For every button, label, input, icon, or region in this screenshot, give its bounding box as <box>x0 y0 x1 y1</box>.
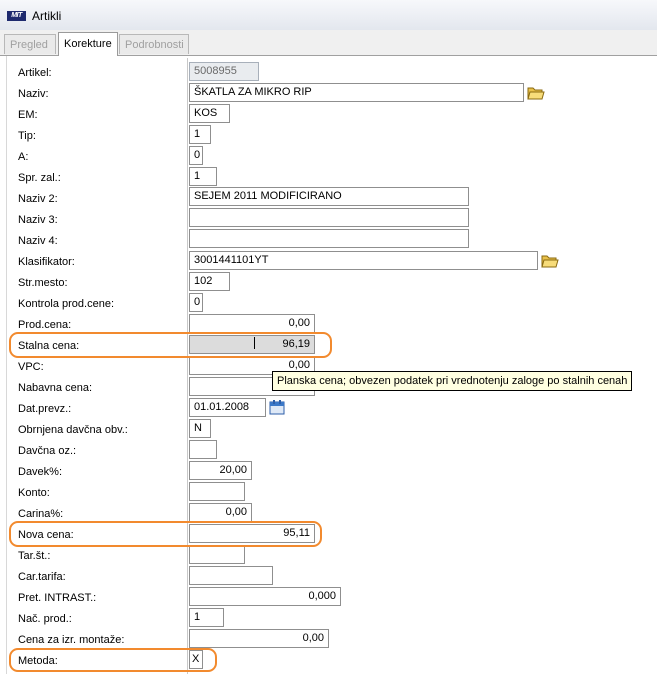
em-field[interactable]: KOS <box>189 104 230 123</box>
tab-bar: Pregled Korekture Podrobnosti <box>0 30 657 56</box>
tab-korekture[interactable]: Korekture <box>58 32 118 56</box>
dat-prevz-field[interactable]: 01.01.2008 <box>189 398 266 417</box>
car-tarifa-field[interactable] <box>189 566 273 585</box>
cena-montaze-field[interactable]: 0,00 <box>189 629 329 648</box>
label-naziv: Naziv: <box>18 88 49 100</box>
label-artikel: Artikel: <box>18 67 52 79</box>
folder-icon[interactable] <box>541 252 559 269</box>
label-naziv-2: Naziv 2: <box>18 193 58 205</box>
highlight-stalna-cena <box>9 332 332 358</box>
form-panel <box>6 56 657 674</box>
tab-podrobnosti[interactable]: Podrobnosti <box>119 34 189 54</box>
spr-zal-field[interactable]: 1 <box>189 167 217 186</box>
label-nabavna-cena: Nabavna cena: <box>18 382 92 394</box>
artikel-field[interactable]: 5008955 <box>189 62 259 81</box>
davcna-oz-field[interactable] <box>189 440 217 459</box>
label-a: A: <box>18 151 29 163</box>
highlight-nova-cena <box>9 521 322 547</box>
highlight-metoda <box>9 648 217 672</box>
window-title: Artikli <box>32 9 62 23</box>
label-vpc: VPC: <box>18 361 44 373</box>
konto-field[interactable] <box>189 482 245 501</box>
label-prod-cena: Prod.cena: <box>18 319 72 331</box>
label-kontrola-prod-cene: Kontrola prod.cene: <box>18 298 115 310</box>
naziv-4-field[interactable] <box>189 229 469 248</box>
a-field[interactable]: 0 <box>189 146 203 165</box>
folder-icon[interactable] <box>527 84 545 101</box>
naziv-2-field[interactable]: SEJEM 2011 MODIFICIRANO <box>189 187 469 206</box>
naziv-field[interactable]: ŠKATLA ZA MIKRO RIP <box>189 83 524 102</box>
kontrola-prod-cene-field[interactable]: 0 <box>189 293 203 312</box>
title-bar: MIT Artikli <box>0 0 657 31</box>
label-str-mesto: Str.mesto: <box>18 277 68 289</box>
klasifikator-field[interactable]: 3001441101YT <box>189 251 538 270</box>
label-obrnjena-davcna: Obrnjena davčna obv.: <box>18 424 128 436</box>
label-tip: Tip: <box>18 130 36 142</box>
pret-intrast-field[interactable]: 0,000 <box>189 587 341 606</box>
label-naziv-4: Naziv 4: <box>18 235 58 247</box>
nac-prod-field[interactable]: 1 <box>189 608 224 627</box>
label-tar-st: Tar.št.: <box>18 550 51 562</box>
label-dat-prevz: Dat.prevz.: <box>18 403 72 415</box>
label-klasifikator: Klasifikator: <box>18 256 75 268</box>
label-carina: Carina%: <box>18 508 64 520</box>
tooltip: Planska cena; obvezen podatek pri vredno… <box>272 371 633 391</box>
prod-cena-field[interactable]: 0,00 <box>189 314 315 333</box>
label-nac-prod: Nač. prod.: <box>18 613 72 625</box>
str-mesto-field[interactable]: 102 <box>189 272 230 291</box>
label-em: EM: <box>18 109 38 121</box>
label-spr-zal: Spr. zal.: <box>18 172 61 184</box>
column-divider <box>187 58 188 674</box>
carina-field[interactable]: 0,00 <box>189 503 252 522</box>
naziv-3-field[interactable] <box>189 208 469 227</box>
tip-field[interactable]: 1 <box>189 125 211 144</box>
label-naziv-3: Naziv 3: <box>18 214 58 226</box>
calendar-icon[interactable] <box>269 399 285 415</box>
label-davcna-oz: Davčna oz.: <box>18 445 77 457</box>
label-davek: Davek%: <box>18 466 63 478</box>
label-konto: Konto: <box>18 487 50 499</box>
label-cena-montaze: Cena za izr. montaže: <box>18 634 125 646</box>
label-pret-intrast: Pret. INTRAST.: <box>18 592 97 604</box>
label-car-tarifa: Car.tarifa: <box>18 571 66 583</box>
obrnjena-davcna-field[interactable]: N <box>189 419 211 438</box>
tab-pregled[interactable]: Pregled <box>4 34 56 54</box>
app-logo: MIT <box>7 11 26 21</box>
davek-field[interactable]: 20,00 <box>189 461 252 480</box>
tar-st-field[interactable] <box>189 545 245 564</box>
